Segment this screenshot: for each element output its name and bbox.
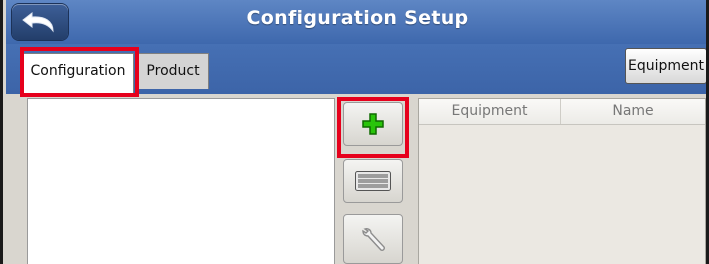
column-header-equipment[interactable]: Equipment	[419, 99, 561, 124]
keyboard-button[interactable]	[343, 159, 403, 203]
back-arrow-icon	[22, 11, 54, 33]
equipment-table[interactable]: Equipment Name	[418, 98, 706, 264]
wrench-button[interactable]	[343, 214, 403, 264]
configuration-list[interactable]	[27, 98, 335, 264]
add-icon	[362, 113, 384, 135]
tab-bar: Configuration Product Equipment	[6, 44, 706, 94]
tab-product[interactable]: Product	[137, 53, 209, 89]
title-bar: Configuration Setup	[6, 0, 706, 44]
tab-configuration[interactable]: Configuration	[22, 53, 134, 94]
column-header-name[interactable]: Name	[561, 99, 705, 124]
page-title: Configuration Setup	[246, 7, 469, 29]
add-button[interactable]	[343, 102, 403, 146]
keyboard-icon	[355, 171, 391, 191]
equipment-button[interactable]: Equipment	[625, 48, 706, 84]
wrench-icon	[362, 228, 385, 251]
table-header: Equipment Name	[419, 99, 705, 125]
back-button[interactable]	[12, 4, 68, 40]
app-frame: Configuration Setup Configuration Produc…	[0, 0, 709, 264]
